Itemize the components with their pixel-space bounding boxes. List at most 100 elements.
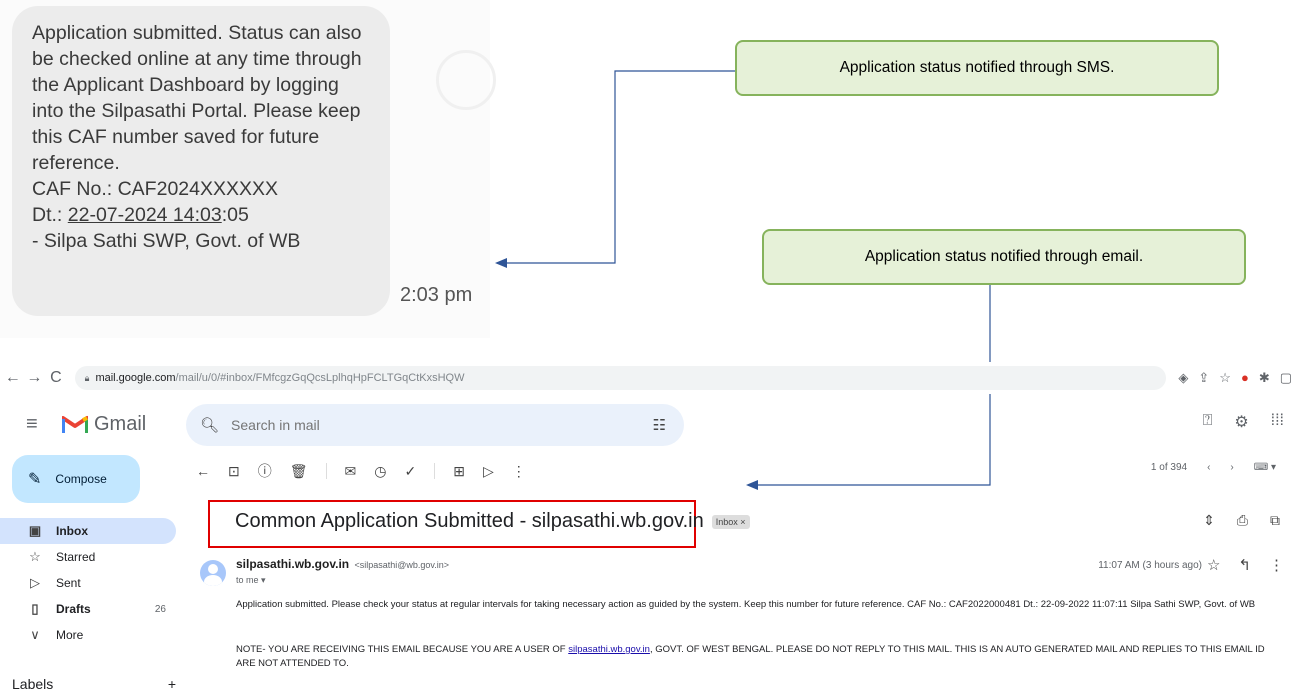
sms-caf-number: CAF No.: CAF2024XXXXXX <box>32 178 279 200</box>
archive-icon[interactable]: ⊡ <box>228 463 240 480</box>
email-subject: Common Application Submitted - silpasath… <box>235 510 750 533</box>
sms-connector-arrow <box>495 70 735 268</box>
draft-icon: ▯ <box>31 601 39 616</box>
open-new-window-icon[interactable]: ⧉ <box>1270 512 1280 529</box>
pager: 1 of 394 ‹ › ⌨ ▾ <box>1151 462 1276 473</box>
chevron-down-icon: ∨ <box>30 627 40 642</box>
input-tools-icon[interactable]: ⌨ ▾ <box>1254 462 1276 473</box>
send-icon: ▷ <box>30 575 40 590</box>
reload-icon[interactable]: C <box>47 369 65 387</box>
sidebar-item-label: Sent <box>56 576 81 590</box>
expand-all-icon[interactable]: ⇕ <box>1203 512 1215 529</box>
pager-count: 1 of 394 <box>1150 462 1188 473</box>
star-icon: ☆ <box>29 549 41 564</box>
gmail-logo[interactable]: Gmail <box>62 413 146 436</box>
extension-icons: ◈ ⇪ ☆ ● ✱ ▢ <box>1178 370 1292 386</box>
reply-icon[interactable]: ↰ <box>1238 556 1251 574</box>
help-icon[interactable]: ⍰ <box>1203 412 1213 432</box>
delete-icon[interactable]: 🗑︎ <box>290 463 308 480</box>
sender-name[interactable]: silpasathi.wb.gov.in <box>236 557 349 571</box>
sidebar-item-label: Inbox <box>56 524 88 538</box>
pencil-icon: ✎ <box>28 471 42 488</box>
avatar-body <box>204 575 222 586</box>
callout-email: Application status notified through emai… <box>762 229 1246 285</box>
label-icon[interactable]: ▷ <box>483 463 494 480</box>
message-toolbar: ← ⊡ ⓘ 🗑︎ ✉ ◷ ✓ ⊞ ▷ ⋮ 1 of 394 ‹ › ⌨ ▾ <box>196 458 1286 484</box>
sms-time: 2:03 pm <box>400 284 473 306</box>
add-label-button[interactable]: + <box>168 676 176 692</box>
star-message-icon[interactable]: ☆ <box>1207 556 1220 574</box>
inbox-icon: ▣ <box>28 523 42 538</box>
labels-section: Labels + <box>12 676 176 692</box>
email-note: NOTE- YOU ARE RECEIVING THIS EMAIL BECAU… <box>236 643 1276 671</box>
menu-icon[interactable]: ≡ <box>26 413 48 436</box>
older-chevron-icon[interactable]: › <box>1230 462 1233 473</box>
sms-date-link[interactable]: 22-07-2024 14:03 <box>68 204 222 226</box>
message-actions: ☆ ↰ ⋮ <box>1207 556 1284 574</box>
labels-heading: Labels <box>12 676 54 692</box>
add-task-icon[interactable]: ✓ <box>404 463 416 480</box>
extension-icon[interactable]: ● <box>1241 370 1249 386</box>
toolbar-divider <box>434 463 436 479</box>
sender-line: silpasathi.wb.gov.in <silpasathi@wb.gov.… <box>236 557 449 571</box>
inbox-label-chip[interactable]: Inbox × <box>711 514 750 529</box>
mark-unread-icon[interactable]: ✉ <box>345 463 357 480</box>
sidebar: ▣ Inbox ☆ Starred ▷ Sent ▯ Drafts 26 ∨ M… <box>0 518 176 648</box>
subject-actions: ⇕ ⎙ ⧉ <box>1203 512 1280 529</box>
move-to-icon[interactable]: ⊞ <box>453 463 465 480</box>
portal-link[interactable]: silpasathi.wb.gov.in <box>568 644 650 655</box>
more-options-icon[interactable]: ⋮ <box>1269 556 1284 574</box>
compose-label: Compose <box>55 472 107 486</box>
compose-button[interactable]: ✎ Compose <box>12 455 140 503</box>
sms-body: Application submitted. Status can also b… <box>32 22 362 174</box>
header-actions: ⍰ ⚙ ⁞⁞⁞ <box>1203 412 1284 432</box>
location-icon[interactable]: ◈ <box>1178 370 1188 386</box>
sms-date-suffix: :05 <box>221 204 249 226</box>
callout-sms: Application status notified through SMS. <box>735 40 1219 96</box>
sidebar-item-drafts[interactable]: ▯ Drafts 26 <box>0 596 176 622</box>
apps-grid-icon[interactable]: ⁞⁞⁞ <box>1271 412 1284 432</box>
settings-gear-icon[interactable]: ⚙ <box>1234 412 1248 432</box>
sender-avatar[interactable] <box>200 560 226 586</box>
url-path: /mail/u/0/#inbox/FMfcgzGqQcsLplhqHpFCLTG… <box>175 372 465 384</box>
search-icon[interactable]: 🔍︎ <box>200 416 219 434</box>
message-time: 11:07 AM (3 hours ago) <box>1098 560 1202 571</box>
snooze-icon[interactable]: ◷ <box>374 463 386 480</box>
report-spam-icon[interactable]: ⓘ <box>258 461 272 481</box>
gmail-wordmark: Gmail <box>94 412 147 435</box>
forward-arrow-icon[interactable]: → <box>26 369 44 387</box>
sidebar-item-sent[interactable]: ▷ Sent <box>0 570 176 596</box>
address-bar[interactable]: 🔒︎ mail.google.com/mail/u/0/#inbox/FMfcg… <box>74 366 1167 390</box>
window-icon[interactable]: ▢ <box>1280 370 1292 386</box>
newer-chevron-icon[interactable]: ‹ <box>1207 462 1210 473</box>
back-arrow-icon[interactable]: ← <box>4 369 22 387</box>
browser-bar: ← → C 🔒︎ mail.google.com/mail/u/0/#inbox… <box>0 362 1292 394</box>
print-icon[interactable]: ⎙ <box>1237 512 1248 529</box>
sms-signature: - Silpa Sathi SWP, Govt. of WB <box>32 230 301 252</box>
sms-bubble: Application submitted. Status can also b… <box>12 6 390 316</box>
lock-icon: 🔒︎ <box>84 372 90 383</box>
share-icon[interactable]: ⇪ <box>1198 370 1209 386</box>
search-input[interactable] <box>231 417 612 433</box>
gmail-header: ≡ Gmail 🔍︎ ☷ ⍰ ⚙ ⁞⁞⁞ <box>0 396 1292 452</box>
recipient-details[interactable]: to me ▾ <box>236 575 266 586</box>
sender-address: <silpasathi@wb.gov.in> <box>354 560 450 570</box>
sidebar-item-starred[interactable]: ☆ Starred <box>0 544 176 570</box>
toolbar-divider <box>325 463 327 479</box>
search-options-icon[interactable]: ☷ <box>653 416 666 434</box>
puzzle-icon[interactable]: ✱ <box>1259 370 1270 386</box>
sidebar-item-label: More <box>56 628 84 642</box>
gmail-m-icon <box>62 416 88 433</box>
sms-screenshot: Application submitted. Status can also b… <box>0 0 496 338</box>
sidebar-item-inbox[interactable]: ▣ Inbox <box>0 518 176 544</box>
subject-text: Common Application Submitted - silpasath… <box>235 510 704 532</box>
bookmark-star-icon[interactable]: ☆ <box>1219 370 1231 386</box>
drafts-count: 26 <box>154 603 166 615</box>
sidebar-item-label: Drafts <box>56 602 91 616</box>
more-options-icon[interactable]: ⋮ <box>512 463 526 480</box>
back-to-inbox-icon[interactable]: ← <box>196 463 210 479</box>
avatar-head <box>208 564 218 574</box>
sidebar-item-more[interactable]: ∨ More <box>0 622 176 648</box>
note-prefix: NOTE- YOU ARE RECEIVING THIS EMAIL BECAU… <box>236 644 569 655</box>
search-bar[interactable]: 🔍︎ ☷ <box>186 404 684 446</box>
